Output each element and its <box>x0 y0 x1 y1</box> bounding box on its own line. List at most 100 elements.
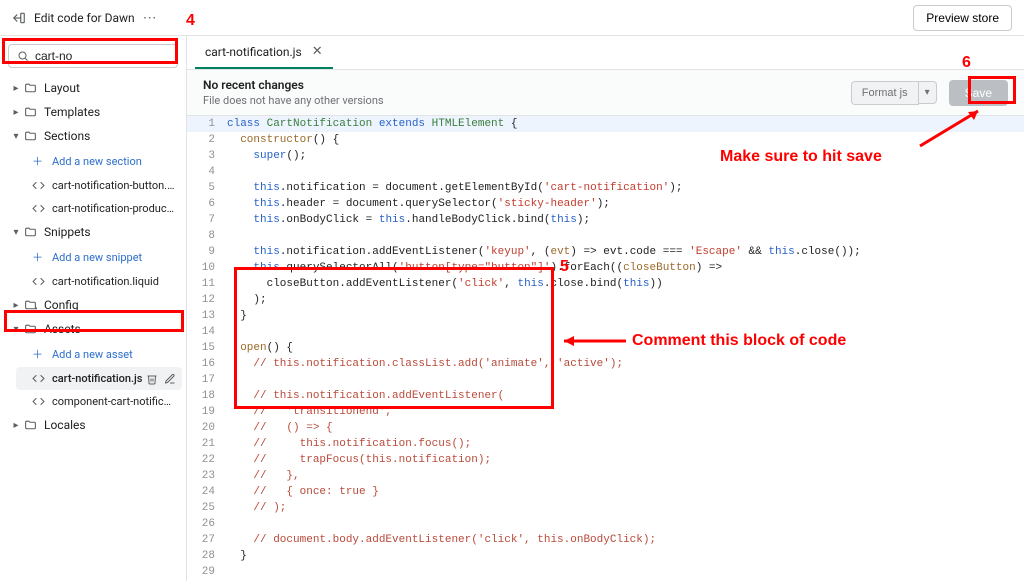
code-text: constructor() { <box>225 132 339 148</box>
delete-icon[interactable] <box>146 373 158 385</box>
code-line[interactable]: 24 // { once: true } <box>187 484 1024 500</box>
add-new-section[interactable]: ＋ Add a new section <box>16 148 182 174</box>
code-line[interactable]: 15 open() { <box>187 340 1024 356</box>
code-text: // () => { <box>225 420 333 436</box>
code-line[interactable]: 26 <box>187 516 1024 532</box>
code-text: super(); <box>225 148 306 164</box>
line-number: 25 <box>187 500 225 516</box>
code-line[interactable]: 18 // this.notification.addEventListener… <box>187 388 1024 404</box>
format-button[interactable]: Format js <box>851 81 919 105</box>
toolbar-subtitle: File does not have any other versions <box>203 94 851 107</box>
preview-store-button[interactable]: Preview store <box>913 5 1012 31</box>
chevron-right-icon: ▸ <box>10 107 22 118</box>
search-field[interactable] <box>35 49 187 63</box>
line-number: 27 <box>187 532 225 548</box>
code-line[interactable]: 9 this.notification.addEventListener('ke… <box>187 244 1024 260</box>
add-label: Add a new section <box>52 155 142 168</box>
search-icon <box>17 50 29 62</box>
line-number: 24 <box>187 484 225 500</box>
code-text: class CartNotification extends HTMLEleme… <box>225 116 517 132</box>
code-line[interactable]: 20 // () => { <box>187 420 1024 436</box>
code-line[interactable]: 10 this.querySelectorAll('button[type="b… <box>187 260 1024 276</box>
save-button[interactable]: Save <box>949 80 1008 106</box>
code-line[interactable]: 23 // }, <box>187 468 1024 484</box>
code-line[interactable]: 7 this.onBodyClick = this.handleBodyClic… <box>187 212 1024 228</box>
code-icon <box>32 179 46 192</box>
tab-active[interactable]: cart-notification.js ✕ <box>195 36 333 69</box>
search-input[interactable] <box>8 44 178 68</box>
folder-sections[interactable]: ▾ Sections <box>4 124 182 148</box>
more-icon[interactable]: ⋯ <box>143 10 157 26</box>
code-text: // this.notification.focus(); <box>225 436 471 452</box>
code-line[interactable]: 22 // trapFocus(this.notification); <box>187 452 1024 468</box>
code-text: // document.body.addEventListener('click… <box>225 532 656 548</box>
line-number: 4 <box>187 164 225 180</box>
exit-icon[interactable] <box>12 11 26 25</box>
file-item[interactable]: cart-notification-product.liquid <box>16 197 182 220</box>
code-line[interactable]: 14 <box>187 324 1024 340</box>
file-item[interactable]: cart-notification-button.liquid <box>16 174 182 197</box>
folder-config[interactable]: ▸ Config <box>4 293 182 317</box>
code-line[interactable]: 13 } <box>187 308 1024 324</box>
plus-icon: ＋ <box>32 153 46 169</box>
code-text <box>225 228 227 244</box>
code-icon <box>32 202 46 215</box>
code-line[interactable]: 1class CartNotification extends HTMLElem… <box>187 116 1024 132</box>
line-number: 3 <box>187 148 225 164</box>
file-item[interactable]: cart-notification.liquid <box>16 270 182 293</box>
code-line[interactable]: 19 // 'transitionend', <box>187 404 1024 420</box>
folder-snippets[interactable]: ▾ Snippets <box>4 220 182 244</box>
code-text: // this.notification.classList.add('anim… <box>225 356 623 372</box>
folder-icon <box>24 226 38 239</box>
code-line[interactable]: 8 <box>187 228 1024 244</box>
code-line[interactable]: 25 // ); <box>187 500 1024 516</box>
code-line[interactable]: 16 // this.notification.classList.add('a… <box>187 356 1024 372</box>
annotation-number-6: 6 <box>962 54 971 72</box>
folder-icon <box>24 419 38 432</box>
folder-assets[interactable]: ▾ Assets <box>4 317 182 341</box>
line-number: 15 <box>187 340 225 356</box>
code-line[interactable]: 29 <box>187 564 1024 580</box>
code-text: this.onBodyClick = this.handleBodyClick.… <box>225 212 590 228</box>
code-line[interactable]: 4 <box>187 164 1024 180</box>
editor-pane: cart-notification.js ✕ No recent changes… <box>187 36 1024 581</box>
file-label: component-cart-notification.css <box>52 395 176 408</box>
folder-icon <box>24 299 38 312</box>
code-line[interactable]: 11 closeButton.addEventListener('click',… <box>187 276 1024 292</box>
line-number: 11 <box>187 276 225 292</box>
line-number: 14 <box>187 324 225 340</box>
line-number: 21 <box>187 436 225 452</box>
code-text <box>225 164 227 180</box>
file-label: cart-notification-button.liquid <box>52 179 176 192</box>
folder-layout[interactable]: ▸ Layout <box>4 76 182 100</box>
code-line[interactable]: 6 this.header = document.querySelector('… <box>187 196 1024 212</box>
rename-icon[interactable] <box>164 373 176 385</box>
code-text: closeButton.addEventListener('click', th… <box>225 276 663 292</box>
code-line[interactable]: 2 constructor() { <box>187 132 1024 148</box>
folder-label: Templates <box>44 105 100 119</box>
folder-locales[interactable]: ▸ Locales <box>4 413 182 437</box>
add-new-asset[interactable]: ＋ Add a new asset <box>16 341 182 367</box>
code-line[interactable]: 12 ); <box>187 292 1024 308</box>
code-line[interactable]: 17 <box>187 372 1024 388</box>
add-new-snippet[interactable]: ＋ Add a new snippet <box>16 244 182 270</box>
sidebar: ▸ Layout ▸ Templates ▾ Sections ＋ Add a … <box>0 36 187 581</box>
line-number: 19 <box>187 404 225 420</box>
code-line[interactable]: 21 // this.notification.focus(); <box>187 436 1024 452</box>
folder-templates[interactable]: ▸ Templates <box>4 100 182 124</box>
code-line[interactable]: 3 super(); <box>187 148 1024 164</box>
toolbar-title: No recent changes <box>203 78 851 92</box>
code-editor[interactable]: 1class CartNotification extends HTMLElem… <box>187 116 1024 581</box>
format-dropdown[interactable]: ▾ <box>919 81 937 104</box>
file-item-selected[interactable]: cart-notification.js <box>16 367 182 390</box>
plus-icon: ＋ <box>32 249 46 265</box>
code-line[interactable]: 5 this.notification = document.getElemen… <box>187 180 1024 196</box>
code-line[interactable]: 27 // document.body.addEventListener('cl… <box>187 532 1024 548</box>
line-number: 18 <box>187 388 225 404</box>
line-number: 5 <box>187 180 225 196</box>
close-icon[interactable]: ✕ <box>312 44 323 59</box>
file-item[interactable]: component-cart-notification.css <box>16 390 182 413</box>
line-number: 12 <box>187 292 225 308</box>
code-text: // this.notification.addEventListener( <box>225 388 504 404</box>
code-line[interactable]: 28 } <box>187 548 1024 564</box>
